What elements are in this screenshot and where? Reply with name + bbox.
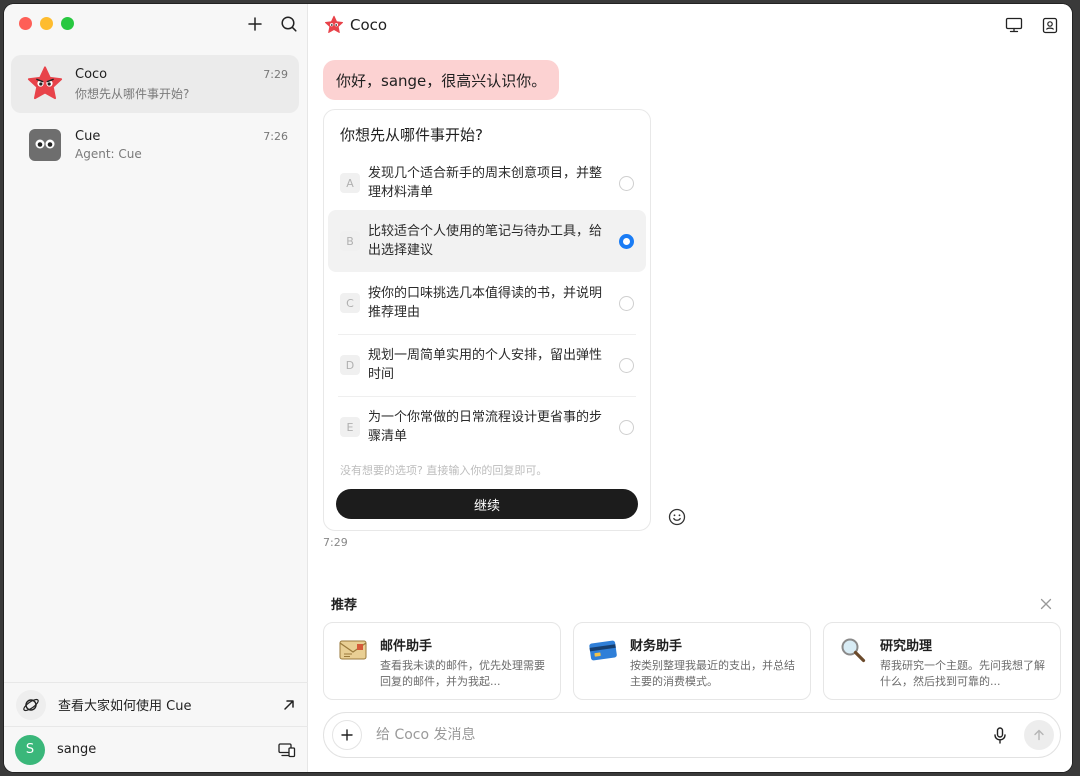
chat-header: Coco: [308, 4, 1072, 46]
cue-eyes-icon: [29, 129, 61, 161]
option-a[interactable]: A 发现几个适合新手的周末创意项目，并整理材料清单: [328, 152, 646, 214]
chat-main: Coco 你好，sange，很高兴认识你。 你想先从哪件事开始? A 发现几个适…: [308, 4, 1072, 772]
recommend-card-research[interactable]: 研究助理 帮我研究一个主题。先问我想了解什么，然后找到可靠的...: [823, 622, 1061, 700]
reaction-button[interactable]: [667, 507, 687, 527]
recommend-card-desc: 按类别整理我最近的支出，并总结主要的消费模式。: [630, 659, 795, 688]
option-c[interactable]: C 按你的口味挑选几本值得读的书，并说明推荐理由: [328, 272, 646, 334]
continue-button[interactable]: 继续: [336, 489, 638, 519]
plus-icon: [248, 17, 262, 31]
coco-star-icon: [27, 66, 63, 100]
message-input[interactable]: [376, 727, 976, 743]
page-title: Coco: [350, 16, 388, 34]
option-text: 规划一周简单实用的个人安排，留出弹性时间: [368, 348, 603, 382]
voice-input-button[interactable]: [990, 725, 1010, 745]
search-icon: [281, 16, 297, 32]
coco-star-icon: [325, 15, 343, 33]
chat-name: Coco: [75, 66, 108, 82]
option-radio[interactable]: [619, 419, 634, 435]
user-name: sange: [57, 742, 97, 757]
chat-name: Cue: [75, 129, 101, 144]
send-button[interactable]: [1024, 720, 1054, 750]
option-letter: E: [340, 417, 360, 437]
coco-avatar: [26, 65, 64, 103]
custom-reply-hint: 没有想要的选项? 直接输入你的回复即可。: [340, 464, 548, 477]
zoom-window-button[interactable]: [61, 17, 74, 30]
screen-share-button[interactable]: [1004, 15, 1024, 35]
option-radio[interactable]: [619, 295, 634, 311]
option-e[interactable]: E 为一个你常做的日常流程设计更省事的步骤清单: [328, 396, 646, 458]
sidebar: Coco 7:29 你想先从哪件事开始? Cue 7:26 Agent: Cue…: [4, 4, 308, 772]
cue-avatar: [26, 126, 64, 164]
avatar: S: [15, 734, 45, 765]
recommend-card-desc: 帮我研究一个主题。先问我想了解什么，然后找到可靠的...: [880, 659, 1045, 688]
attach-button[interactable]: [332, 720, 362, 750]
plus-icon: [341, 729, 353, 741]
planet-icon: [16, 689, 46, 720]
option-text: 为一个你常做的日常流程设计更省事的步骤清单: [368, 410, 603, 444]
recommend-card-finance[interactable]: 财务助手 按类别整理我最近的支出，并总结主要的消费模式。: [573, 622, 811, 700]
chat-time: 7:26: [263, 130, 288, 143]
explore-usage-link[interactable]: 查看大家如何使用 Cue: [4, 682, 308, 726]
option-radio[interactable]: [619, 175, 634, 191]
credit-card-icon: [589, 640, 617, 661]
new-chat-button[interactable]: [245, 14, 265, 34]
recommend-card-title: 研究助理: [880, 639, 933, 654]
chat-time: 7:29: [263, 67, 288, 81]
arrow-up-icon: [1034, 729, 1044, 741]
chat-item-cue[interactable]: Cue 7:26 Agent: Cue: [11, 116, 299, 174]
chat-preview: Agent: Cue: [75, 147, 142, 161]
user-profile[interactable]: S sange: [4, 726, 308, 772]
chat-item-coco[interactable]: Coco 7:29 你想先从哪件事开始?: [11, 55, 299, 113]
option-text: 比较适合个人使用的笔记与待办工具，给出选择建议: [368, 224, 603, 258]
smiley-icon: [668, 508, 686, 526]
question-card: 你想先从哪件事开始? A 发现几个适合新手的周末创意项目，并整理材料清单 B 比…: [323, 109, 651, 531]
recommend-card-title: 财务助手: [630, 639, 683, 654]
option-b[interactable]: B 比较适合个人使用的笔记与待办工具，给出选择建议: [328, 210, 646, 272]
greeting-bubble: 你好，sange，很高兴认识你。: [323, 60, 560, 100]
devices-button[interactable]: [277, 740, 297, 760]
contact-card-button[interactable]: [1040, 15, 1060, 35]
question-title: 你想先从哪件事开始?: [340, 126, 483, 144]
monitor-icon: [1005, 17, 1023, 33]
mail-icon: [339, 640, 367, 660]
recommend-card-mail[interactable]: 邮件助手 查看我未读的邮件，优先处理需要回复的邮件，并为我起...: [323, 622, 561, 700]
search-button[interactable]: [279, 14, 299, 34]
option-text: 按你的口味挑选几本值得读的书，并说明推荐理由: [368, 286, 603, 320]
option-radio-selected[interactable]: [619, 233, 634, 249]
option-radio[interactable]: [619, 357, 634, 373]
recommend-close-button[interactable]: [1036, 594, 1056, 614]
option-letter: A: [340, 173, 360, 193]
devices-icon: [278, 742, 296, 757]
message-composer: [323, 712, 1061, 758]
minimize-window-button[interactable]: [40, 17, 53, 30]
magnifier-icon: [841, 638, 866, 663]
option-text: 发现几个适合新手的周末创意项目，并整理材料清单: [368, 166, 603, 200]
recommend-title: 推荐: [331, 598, 358, 613]
app-window: Coco 7:29 你想先从哪件事开始? Cue 7:26 Agent: Cue…: [4, 4, 1072, 772]
close-icon: [1040, 598, 1052, 610]
option-letter: C: [340, 293, 360, 313]
chat-preview: 你想先从哪件事开始?: [75, 86, 190, 101]
close-window-button[interactable]: [19, 17, 32, 30]
recommend-card-title: 邮件助手: [380, 639, 433, 654]
explore-usage-label: 查看大家如何使用 Cue: [58, 699, 192, 714]
option-letter: D: [340, 355, 360, 375]
message-time: 7:29: [323, 536, 348, 549]
option-letter: B: [340, 231, 360, 251]
option-d[interactable]: D 规划一周简单实用的个人安排，留出弹性时间: [328, 334, 646, 396]
recommend-card-desc: 查看我未读的邮件，优先处理需要回复的邮件，并为我起...: [380, 659, 545, 688]
window-controls: [19, 17, 74, 30]
contact-card-icon: [1042, 17, 1058, 33]
microphone-icon: [994, 726, 1006, 744]
arrow-up-right-icon: [284, 699, 294, 710]
